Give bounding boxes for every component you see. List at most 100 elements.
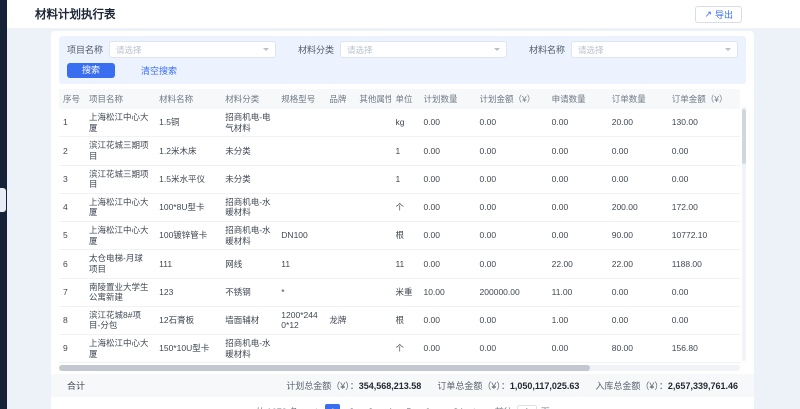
table-cell: 0.00 xyxy=(476,335,548,363)
table-cell xyxy=(355,278,391,306)
table-cell: 100镀锌管卡 xyxy=(155,222,221,250)
table-cell: 11 xyxy=(277,250,325,278)
select-material-name[interactable]: 请选择 xyxy=(571,41,738,58)
table-cell: 0.00 xyxy=(419,109,475,137)
table-cell: 根 xyxy=(391,306,419,334)
pagination-page-2[interactable]: 2 xyxy=(344,404,359,409)
table-cell: 4 xyxy=(59,193,85,221)
column-header: 计划数量 xyxy=(419,89,475,109)
table-wrap: 序号项目名称材料名称材料分类规格型号品牌其他属性单位计划数量计划金额（¥）申请数… xyxy=(59,89,746,363)
table-cell xyxy=(355,137,391,165)
goto-page-input[interactable] xyxy=(517,405,537,409)
vertical-scrollbar-thumb[interactable] xyxy=(742,109,746,164)
table-cell: 3 xyxy=(59,165,85,193)
column-header: 其他属性 xyxy=(355,89,391,109)
table-cell: 不锈钢 xyxy=(221,278,277,306)
table-cell: 100*8U型卡 xyxy=(155,193,221,221)
table-cell: 未分类 xyxy=(221,137,277,165)
horizontal-scrollbar-thumb[interactable] xyxy=(59,365,590,371)
table-row[interactable]: 8滨江花城8#项目-分包12石膏板墙面辅材1200*2440*12龙牌根0.00… xyxy=(59,306,740,334)
table-cell: 0.00 xyxy=(608,137,668,165)
table-cell: 1.5铜 xyxy=(155,109,221,137)
summary-total-label: 合计 xyxy=(67,379,85,392)
summary-row: 合计 计划总金额（¥）：354,568,213.58订单总金额（¥）：1,050… xyxy=(51,374,754,397)
table-cell: 0.00 xyxy=(476,193,548,221)
table-row[interactable]: 3滨江花城三期项目1.5米水平仪未分类10.000.000.000.000.00 xyxy=(59,165,740,193)
table-cell: 0.00 xyxy=(476,165,548,193)
table-cell: 米重 xyxy=(391,278,419,306)
table-cell xyxy=(325,165,355,193)
table-cell xyxy=(277,137,325,165)
pagination-page-5[interactable]: 5 xyxy=(401,404,416,409)
table-cell: 0.00 xyxy=(548,137,608,165)
table-row[interactable]: 7南陵置业大学生公寓新建123不锈钢*米重10.00200000.0011.00… xyxy=(59,278,740,306)
table-row[interactable]: 2滨江花城三期项目1.2米木床未分类10.000.000.000.000.00 xyxy=(59,137,740,165)
select-material-category[interactable]: 请选择 xyxy=(340,41,507,58)
column-header: 规格型号 xyxy=(277,89,325,109)
summary-item: 订单总金额（¥）：1,050,117,025.63 xyxy=(437,379,579,392)
table-cell: 9 xyxy=(59,335,85,363)
table-row[interactable]: 4上海松江中心大厦100*8U型卡招商机电-水暖材料个0.000.000.002… xyxy=(59,193,740,221)
export-icon: ↗ xyxy=(704,10,712,19)
pagination-pages: 123456...84 xyxy=(323,404,468,409)
table-row[interactable]: 1上海松江中心大厦1.5铜招商机电-电气材料kg0.000.000.0020.0… xyxy=(59,109,740,137)
filter-label-material-category: 材料分类 xyxy=(298,43,334,56)
table-cell xyxy=(277,335,325,363)
table-cell: 0.00 xyxy=(419,222,475,250)
pagination-page-3[interactable]: 3 xyxy=(363,404,378,409)
table-body: 1上海松江中心大厦1.5铜招商机电-电气材料kg0.000.000.0020.0… xyxy=(59,109,740,363)
summary-item-label: 入库总金额（¥）： xyxy=(595,381,668,391)
pagination-page-6[interactable]: 6 xyxy=(420,404,435,409)
table-cell: 0.00 xyxy=(608,165,668,193)
search-button[interactable]: 搜索 xyxy=(67,63,115,78)
column-header: 序号 xyxy=(59,89,85,109)
table-cell: 90.00 xyxy=(608,222,668,250)
main-area: 材料计划执行表 ↗ 导出 项目名称请选择材料分类请选择材料名称请选择 搜索 清空… xyxy=(7,0,800,409)
pagination-page-1[interactable]: 1 xyxy=(325,404,340,409)
column-header: 订单数量 xyxy=(608,89,668,109)
filter-actions: 搜索 清空搜索 xyxy=(67,63,738,78)
export-label: 导出 xyxy=(715,8,733,21)
sidebar-expand-handle[interactable] xyxy=(0,188,6,212)
table-cell: 200.00 xyxy=(608,193,668,221)
collapsed-sidebar[interactable] xyxy=(0,0,7,409)
horizontal-scrollbar[interactable] xyxy=(59,365,740,371)
table-cell: 1 xyxy=(59,109,85,137)
table-cell: 0.00 xyxy=(668,306,740,334)
content-card: 项目名称请选择材料分类请选择材料名称请选择 搜索 清空搜索 序号项目名称材料名称… xyxy=(51,31,754,409)
table-row[interactable]: 6太仓电梯-月球项目111网线11110.000.0022.0022.00118… xyxy=(59,250,740,278)
filter-fields: 项目名称请选择材料分类请选择材料名称请选择 xyxy=(67,41,738,58)
filter-label-material-name: 材料名称 xyxy=(529,43,565,56)
select-placeholder: 请选择 xyxy=(578,44,604,56)
filter-field-project-name: 项目名称请选择 xyxy=(67,41,276,58)
table-cell xyxy=(325,222,355,250)
pagination-page-4[interactable]: 4 xyxy=(382,404,397,409)
table-cell: 招商机电-水暖材料 xyxy=(221,335,277,363)
clear-search-link[interactable]: 清空搜索 xyxy=(141,64,177,77)
table-cell: 7 xyxy=(59,278,85,306)
select-project-name[interactable]: 请选择 xyxy=(109,41,276,58)
table-cell: 上海松江中心大厦 xyxy=(85,109,155,137)
table-cell: 11.00 xyxy=(548,278,608,306)
table-cell xyxy=(355,193,391,221)
table-cell: 0.00 xyxy=(419,165,475,193)
table-cell: 0.00 xyxy=(548,109,608,137)
table-cell: 11 xyxy=(391,250,419,278)
summary-item-label: 计划总金额（¥）： xyxy=(286,381,359,391)
table-cell: 0.00 xyxy=(548,193,608,221)
pagination-page-84[interactable]: 84 xyxy=(451,404,466,409)
export-button[interactable]: ↗ 导出 xyxy=(695,6,742,23)
table-row[interactable]: 5上海松江中心大厦100镀锌管卡招商机电-水暖材料DN100根0.000.000… xyxy=(59,222,740,250)
table-cell: 滨江花城三期项目 xyxy=(85,137,155,165)
vertical-scrollbar[interactable] xyxy=(742,107,746,361)
table-cell: 150*10U型卡 xyxy=(155,335,221,363)
pagination-next-button[interactable]: › xyxy=(468,404,483,409)
table-row[interactable]: 9上海松江中心大厦150*10U型卡招商机电-水暖材料个0.000.000.00… xyxy=(59,335,740,363)
column-header: 申请数量 xyxy=(548,89,608,109)
table-cell xyxy=(355,306,391,334)
table-cell: 个 xyxy=(391,193,419,221)
summary-item: 入库总金额（¥）：2,657,339,761.46 xyxy=(595,379,738,392)
column-header: 订单金额（¥） xyxy=(668,89,740,109)
pagination-prev-button[interactable]: ‹ xyxy=(308,404,323,409)
table-cell: 0.00 xyxy=(419,137,475,165)
